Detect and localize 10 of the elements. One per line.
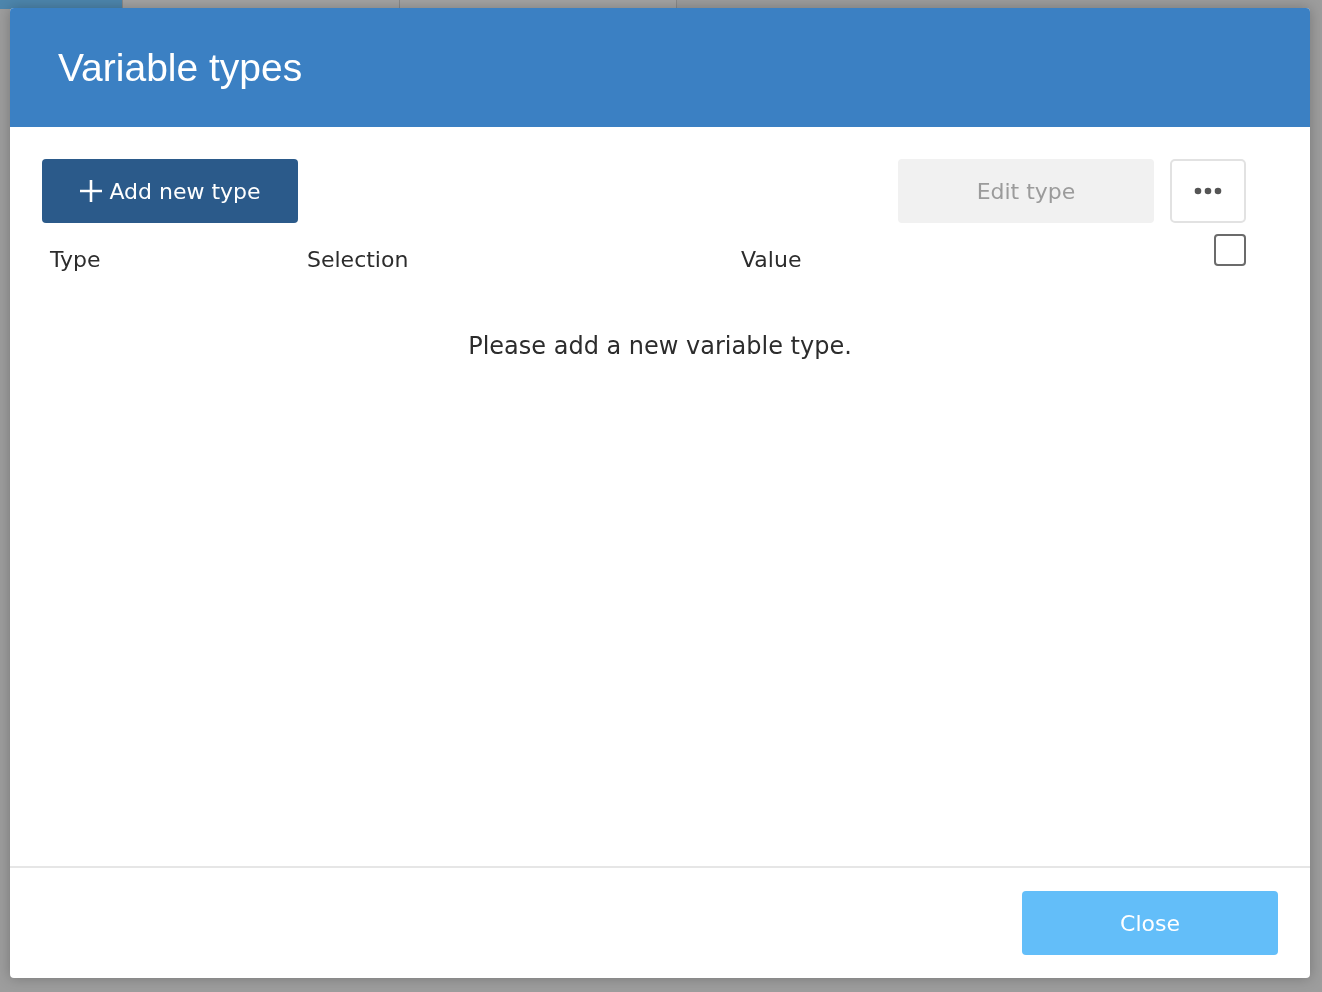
column-header: Value — [741, 247, 803, 272]
more-icon — [1194, 187, 1222, 195]
close-button[interactable]: Close — [1022, 891, 1278, 955]
add-new-type-button[interactable]: Add new type — [42, 159, 298, 223]
empty-message: Please add a new variable type. — [467, 332, 853, 360]
column-header: Selection — [307, 247, 410, 272]
column-header: Type — [50, 247, 102, 272]
select-all-checkbox[interactable] — [1214, 233, 1246, 266]
plus-icon — [79, 179, 104, 203]
dialog-title: Variable types — [58, 45, 303, 90]
